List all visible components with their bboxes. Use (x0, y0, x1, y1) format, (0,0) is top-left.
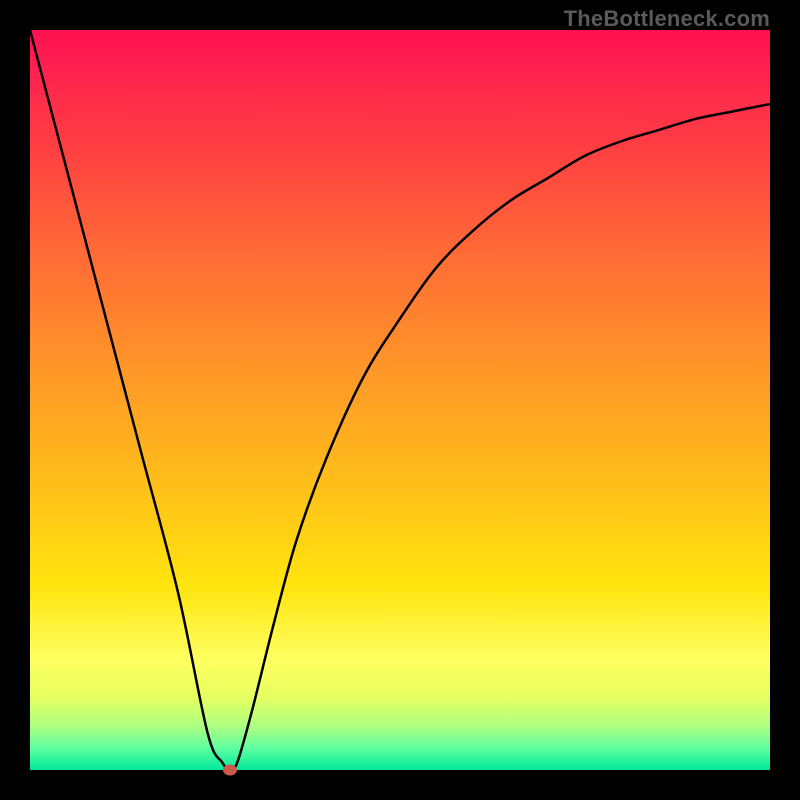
optimal-point-marker (223, 765, 237, 776)
chart-frame: TheBottleneck.com (0, 0, 800, 800)
bottleneck-curve (30, 30, 770, 770)
attribution-text: TheBottleneck.com (564, 6, 770, 32)
plot-area (30, 30, 770, 770)
